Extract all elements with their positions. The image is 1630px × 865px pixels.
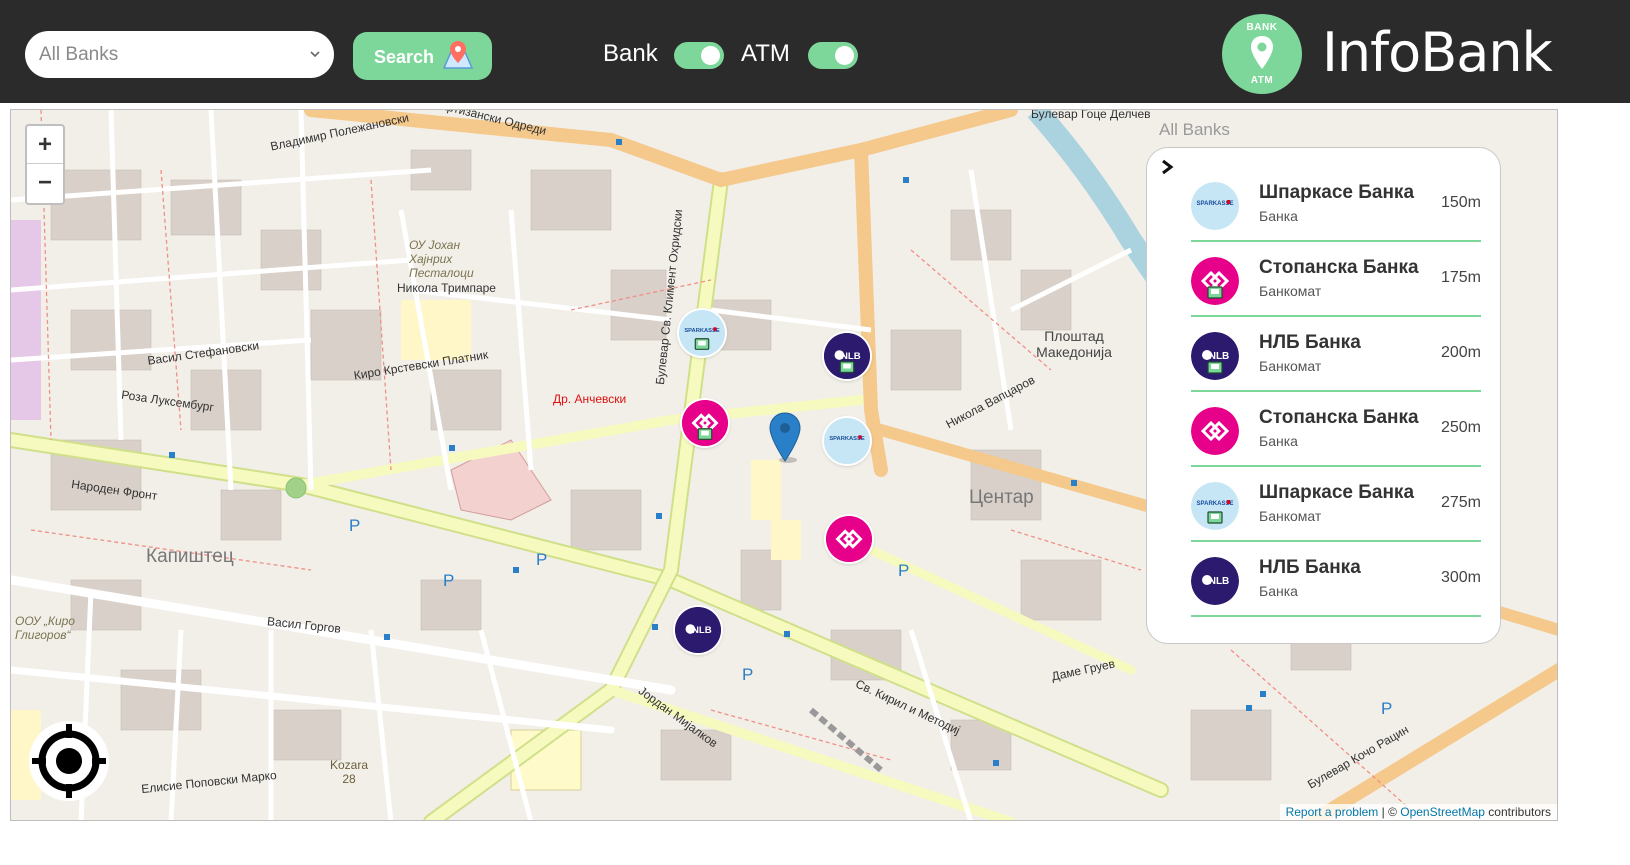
svg-text:NLB: NLB — [841, 351, 861, 362]
user-location-pin-icon — [769, 412, 801, 463]
logo-text-bank: BANK — [1246, 22, 1278, 33]
nearby-banks-panel: SPARKASSE Шпаркасе Банка Банка 150m Стопанск… — [1146, 147, 1501, 644]
bank-marker-sparkasse[interactable]: SPARKASSE — [679, 310, 725, 356]
zoom-out-button[interactable]: − — [27, 164, 63, 202]
bank-name: НЛБ Банка — [1259, 332, 1361, 353]
bank-type: Банкомат — [1259, 358, 1322, 374]
bank-logo-nlb: NLB — [1191, 332, 1239, 380]
bank-logo-stopanska — [1191, 407, 1239, 455]
bank-type: Банка — [1259, 208, 1298, 224]
svg-text:P: P — [742, 665, 753, 684]
bank-list-item[interactable]: SPARKASSE Шпаркасе Банка Банка 150m — [1191, 182, 1481, 242]
bank-marker-sparkasse[interactable]: SPARKASSE — [824, 418, 870, 464]
street-label: Никола Тримпаре — [397, 281, 496, 295]
svg-text:P: P — [536, 550, 547, 569]
svg-text:NLB: NLB — [1209, 576, 1230, 587]
bank-select[interactable]: All Banks — [25, 31, 334, 78]
bank-logo-stopanska — [1191, 257, 1239, 305]
place-label: Др. Анчевски — [553, 392, 627, 406]
map-pin-icon — [1251, 36, 1273, 69]
place-label: Kozara 28 — [329, 758, 369, 786]
bank-toggle[interactable] — [674, 42, 724, 69]
zoom-in-button[interactable]: + — [27, 126, 63, 164]
bank-marker-stopanska[interactable] — [826, 516, 872, 562]
top-bar: All Banks Search Bank ATM BANK ATM InfoB… — [0, 0, 1630, 103]
bank-type: Банкомат — [1259, 508, 1322, 524]
bank-distance: 250m — [1440, 419, 1481, 436]
atm-icon — [1207, 361, 1223, 374]
map-attribution: Report a problem | © OpenStreetMap contr… — [1279, 804, 1557, 820]
bank-marker-nlb[interactable]: NLB — [824, 333, 870, 379]
brand-name: InfoBank — [1322, 21, 1553, 84]
bank-name: НЛБ Банка — [1259, 557, 1361, 578]
bank-name: Шпаркасе Банка — [1259, 482, 1415, 503]
map-overlay-title: All Banks — [1159, 120, 1230, 139]
report-problem-link[interactable]: Report a problem — [1286, 805, 1379, 819]
svg-text:P: P — [1381, 699, 1392, 718]
infobank-logo: BANK ATM — [1222, 14, 1302, 94]
bank-logo-sparkasse: SPARKASSE — [1191, 182, 1239, 230]
atm-icon — [697, 428, 713, 440]
bank-marker-stopanska[interactable] — [682, 400, 728, 446]
svg-text:NLB: NLB — [1209, 351, 1230, 362]
svg-text:P: P — [349, 516, 360, 535]
attribution-suffix: contributors — [1484, 805, 1551, 819]
bank-type: Банка — [1259, 433, 1298, 449]
place-label: ОУ Јохан Хајнрих Песталоци — [409, 238, 474, 280]
bank-logo-sparkasse: SPARKASSE — [1191, 482, 1239, 530]
bank-distance: 300m — [1440, 569, 1481, 586]
bank-distance: 175m — [1440, 269, 1481, 286]
atm-icon — [1207, 511, 1223, 524]
bank-toggle-label: Bank — [603, 40, 658, 67]
osm-link[interactable]: OpenStreetMap — [1400, 805, 1485, 819]
bank-name: Стопанска Банка — [1259, 407, 1419, 428]
bank-list-item[interactable]: Стопанска Банка Банка 250m — [1191, 407, 1481, 467]
svg-text:P: P — [898, 561, 909, 580]
search-button-label: Search — [374, 47, 435, 67]
bank-type: Банкомат — [1259, 283, 1322, 299]
atm-icon — [694, 338, 710, 350]
place-label: Центар — [969, 487, 1034, 508]
bank-select-value: All Banks — [39, 44, 119, 65]
bank-list-item[interactable]: Стопанска Банка Банкомат 175m — [1191, 257, 1481, 317]
atm-icon — [839, 361, 855, 373]
atm-icon — [1207, 286, 1223, 299]
map-pin-icon — [442, 41, 474, 69]
atm-toggle[interactable] — [808, 42, 858, 69]
bank-distance: 275m — [1440, 494, 1481, 511]
bank-logo-nlb: NLB — [1191, 557, 1239, 605]
bank-marker-nlb[interactable]: NLB — [675, 607, 721, 653]
locate-me-button[interactable] — [29, 721, 109, 801]
bank-list-item[interactable]: NLB НЛБ Банка Банка 300m — [1191, 557, 1481, 617]
svg-text:P: P — [443, 571, 454, 590]
place-label: ООУ „Киро Глигоров“ — [15, 614, 75, 642]
place-label: Плоштад Македонија — [1036, 328, 1112, 360]
svg-text:NLB: NLB — [692, 625, 712, 636]
bank-list-item[interactable]: NLB НЛБ Банка Банкомат 200m — [1191, 332, 1481, 392]
bank-list-item[interactable]: SPARKASSE Шпаркасе Банка Банкомат 275m — [1191, 482, 1481, 542]
bank-distance: 200m — [1440, 344, 1481, 361]
street-label: Булевар Гоце Делчев — [1031, 109, 1151, 121]
logo-text-atm: ATM — [1250, 75, 1274, 86]
place-label: Капиштец — [146, 546, 234, 567]
location-target-icon — [32, 724, 106, 798]
attribution-separator: | © — [1378, 805, 1401, 819]
bank-type: Банка — [1259, 583, 1298, 599]
bank-distance: 150m — [1440, 194, 1481, 211]
zoom-control: + − — [25, 124, 65, 205]
bank-name: Стопанска Банка — [1259, 257, 1419, 278]
chevron-down-icon — [310, 51, 320, 58]
bank-name: Шпаркасе Банка — [1259, 182, 1415, 203]
atm-toggle-label: ATM — [741, 40, 790, 67]
search-button[interactable]: Search — [353, 32, 492, 80]
collapse-arrow-icon[interactable] — [1159, 159, 1175, 175]
